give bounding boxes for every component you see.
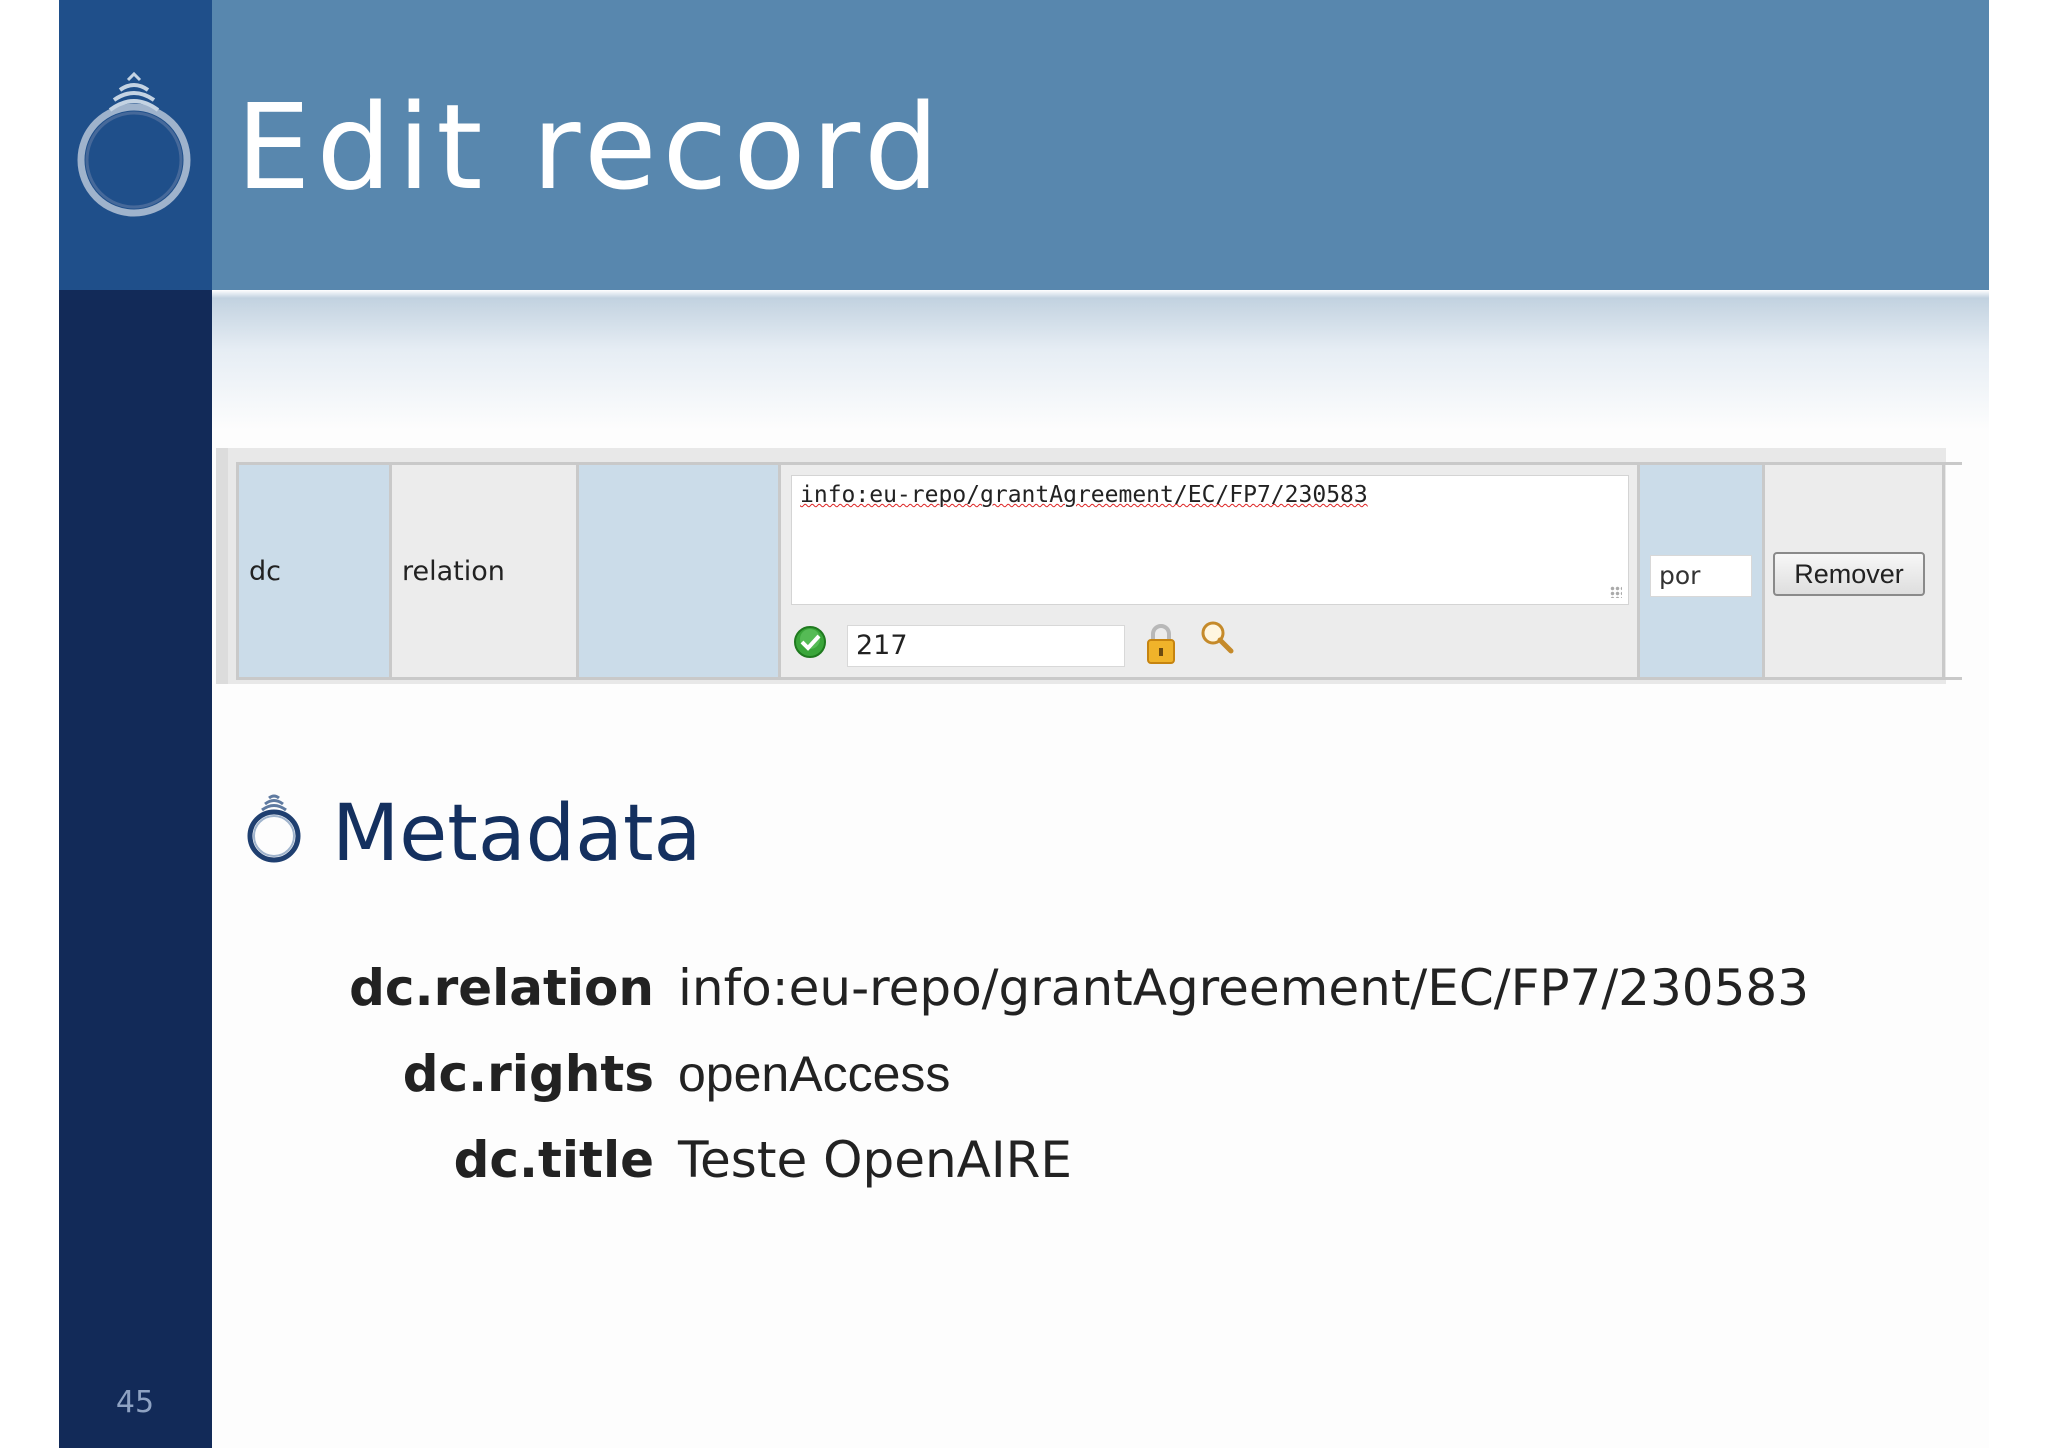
ring-logo-icon [77, 71, 191, 217]
header-shadow [212, 290, 1989, 430]
authority-id-field[interactable]: 217 [847, 625, 1125, 667]
row-left-edge [216, 448, 228, 684]
metadata-row-title: dc.title Teste OpenAIRE [0, 1130, 2048, 1190]
remove-button[interactable]: Remover [1773, 552, 1925, 596]
element-cell: relation [389, 465, 579, 677]
value-text: info:eu-repo/grantAgreement/EC/FP7/23058… [800, 482, 1368, 508]
schema-cell: dc [236, 465, 392, 677]
metadata-row-rights: dc.rights openAccess [0, 1044, 2048, 1104]
metadata-value: info:eu-repo/grantAgreement/EC/FP7/23058… [678, 959, 1810, 1017]
language-cell: por [1637, 465, 1765, 677]
element-label: relation [402, 556, 505, 587]
bullet-heading: Metadata [332, 789, 702, 879]
record-edit-row: dc relation info:eu-repo/grantAgreement/… [216, 448, 1962, 684]
qualifier-cell [576, 465, 781, 677]
metadata-value: openAccess [678, 1046, 951, 1102]
resize-grip-icon[interactable] [1610, 586, 1622, 598]
slide-number: 45 [115, 1385, 155, 1420]
metadata-value: Teste OpenAIRE [678, 1131, 1072, 1189]
value-cell: info:eu-repo/grantAgreement/EC/FP7/23058… [778, 465, 1640, 677]
magnifier-icon[interactable] [1199, 619, 1235, 655]
schema-label: dc [249, 556, 281, 587]
metadata-key: dc.rights [402, 1045, 654, 1103]
metadata-row-relation: dc.relation info:eu-repo/grantAgreement/… [0, 958, 2048, 1018]
metadata-edit-row: dc relation info:eu-repo/grantAgreement/… [236, 462, 1962, 680]
ring-bullet-icon [247, 794, 301, 863]
check-circle-icon [794, 626, 826, 658]
lock-icon[interactable] [1145, 621, 1177, 665]
metadata-key: dc.title [453, 1131, 654, 1189]
action-cell: Remover [1762, 465, 1945, 677]
language-field[interactable]: por [1650, 555, 1752, 597]
value-textarea[interactable]: info:eu-repo/grantAgreement/EC/FP7/23058… [791, 475, 1629, 605]
slide-title: Edit record [236, 78, 945, 216]
metadata-key: dc.relation [349, 959, 654, 1017]
